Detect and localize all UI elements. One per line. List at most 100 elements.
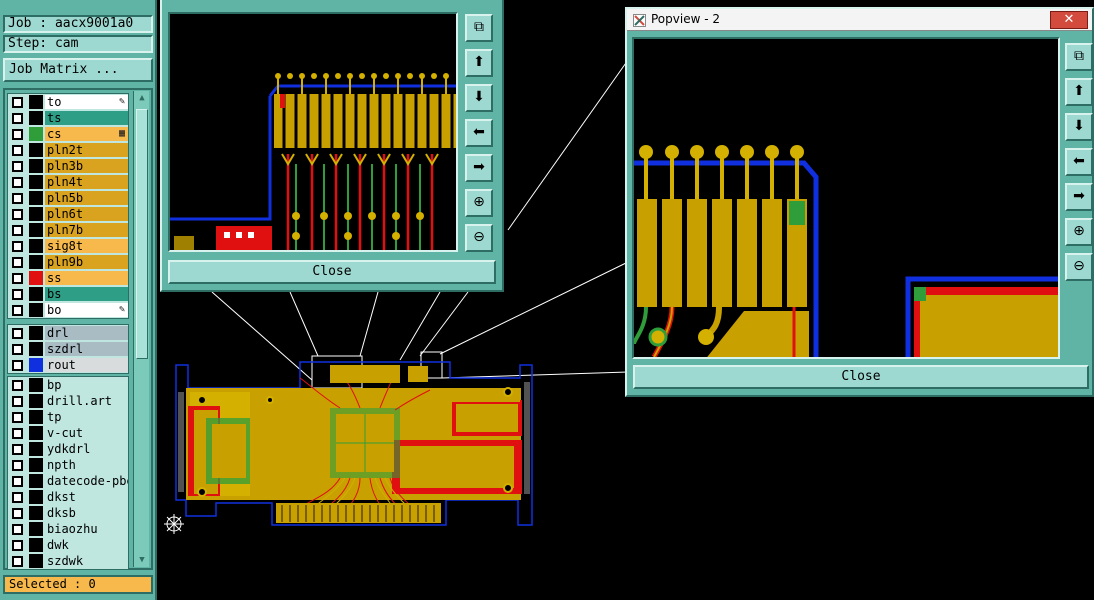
layer-row-pln4t[interactable]: pln4t: [8, 174, 128, 190]
layer-name[interactable]: pln7b: [45, 223, 128, 237]
layer-checkbox[interactable]: [12, 396, 23, 407]
layer-checkbox[interactable]: [12, 476, 23, 487]
pan-up-icon[interactable]: ⬆: [465, 49, 493, 77]
layer-checkbox[interactable]: [12, 305, 23, 316]
layer-color-swatch[interactable]: [29, 426, 43, 440]
layer-row-ydkdrl[interactable]: ydkdrl: [8, 441, 128, 457]
layer-name[interactable]: pln5b: [45, 191, 128, 205]
layer-row-pln6t[interactable]: pln6t: [8, 206, 128, 222]
layer-color-swatch[interactable]: [29, 474, 43, 488]
popview-1-close-button[interactable]: Close: [168, 260, 496, 284]
layer-checkbox[interactable]: [12, 492, 23, 503]
layer-list-scrollbar[interactable]: ▲ ▼: [133, 91, 149, 567]
layer-color-swatch[interactable]: [29, 410, 43, 424]
scroll-up-arrow-icon[interactable]: ▲: [134, 91, 150, 105]
layer-row-biaozhu[interactable]: biaozhu: [8, 521, 128, 537]
layer-row-szdrl[interactable]: szdrl: [8, 341, 128, 357]
layer-checkbox[interactable]: [12, 97, 23, 108]
layer-row-rout[interactable]: rout: [8, 357, 128, 373]
layer-color-swatch[interactable]: [29, 554, 43, 568]
layer-name[interactable]: bp: [45, 378, 128, 392]
layer-name[interactable]: ydkdrl: [45, 442, 128, 456]
job-matrix-button[interactable]: Job Matrix ...: [3, 58, 153, 82]
layer-row-bs[interactable]: bs: [8, 286, 128, 302]
layer-color-swatch[interactable]: [29, 458, 43, 472]
layer-name[interactable]: szdwk: [45, 554, 128, 568]
layer-name[interactable]: pln9b: [45, 255, 128, 269]
layer-color-swatch[interactable]: [29, 207, 43, 221]
layer-checkbox[interactable]: [12, 241, 23, 252]
popview-window-2[interactable]: Popview - 2 ✕ ⧉ ⬆ ⬇ ⬅ ➡ ⊕ ⊖ Close: [625, 7, 1094, 397]
zoom-out-icon[interactable]: ⊖: [1065, 253, 1093, 281]
layer-checkbox[interactable]: [12, 328, 23, 339]
layer-name[interactable]: cs ▦: [45, 127, 128, 141]
pan-down-icon[interactable]: ⬇: [465, 84, 493, 112]
layer-name[interactable]: dkst: [45, 490, 128, 504]
layer-row-dwk[interactable]: dwk: [8, 537, 128, 553]
layer-name[interactable]: sig8t: [45, 239, 128, 253]
layer-checkbox[interactable]: [12, 273, 23, 284]
layer-name[interactable]: ss: [45, 271, 128, 285]
fit-icon[interactable]: ⧉: [465, 14, 493, 42]
layer-color-swatch[interactable]: [29, 394, 43, 408]
scroll-thumb[interactable]: [136, 109, 148, 359]
layer-name[interactable]: pln4t: [45, 175, 128, 189]
layer-color-swatch[interactable]: [29, 255, 43, 269]
window-close-icon[interactable]: ✕: [1050, 11, 1088, 29]
layer-name[interactable]: v-cut: [45, 426, 128, 440]
layer-name[interactable]: rout: [45, 358, 128, 372]
layer-color-swatch[interactable]: [29, 506, 43, 520]
popview-window-1[interactable]: ⧉ ⬆ ⬇ ⬅ ➡ ⊕ ⊖ Close: [160, 0, 504, 292]
layer-color-swatch[interactable]: [29, 95, 43, 109]
layer-color-swatch[interactable]: [29, 111, 43, 125]
layer-checkbox[interactable]: [12, 540, 23, 551]
layer-name[interactable]: pln6t: [45, 207, 128, 221]
layer-checkbox[interactable]: [12, 161, 23, 172]
layer-name[interactable]: szdrl: [45, 342, 128, 356]
zoom-out-icon[interactable]: ⊖: [465, 224, 493, 252]
layer-checkbox[interactable]: [12, 113, 23, 124]
layer-name[interactable]: npth: [45, 458, 128, 472]
layer-row-sig8t[interactable]: sig8t: [8, 238, 128, 254]
layer-name[interactable]: to ✎: [45, 95, 128, 109]
pan-right-icon[interactable]: ➡: [1065, 183, 1093, 211]
layer-row-ss[interactable]: ss: [8, 270, 128, 286]
layer-name[interactable]: bs: [45, 287, 128, 301]
layer-name[interactable]: dwk: [45, 538, 128, 552]
layer-color-swatch[interactable]: [29, 271, 43, 285]
pan-right-icon[interactable]: ➡: [465, 154, 493, 182]
layer-checkbox[interactable]: [12, 444, 23, 455]
layer-name[interactable]: drl: [45, 326, 128, 340]
layer-name[interactable]: bo ✎: [45, 303, 128, 317]
popview-1-canvas[interactable]: [168, 12, 458, 252]
layer-row-pln3b[interactable]: pln3b: [8, 158, 128, 174]
layer-row-szdwk[interactable]: szdwk: [8, 553, 128, 569]
layer-row-cs[interactable]: cs ▦: [8, 126, 128, 142]
popview-2-canvas[interactable]: [632, 37, 1060, 359]
layer-checkbox[interactable]: [12, 460, 23, 471]
zoom-in-icon[interactable]: ⊕: [1065, 218, 1093, 246]
layer-color-swatch[interactable]: [29, 490, 43, 504]
layer-checkbox[interactable]: [12, 412, 23, 423]
layer-color-swatch[interactable]: [29, 223, 43, 237]
layer-checkbox[interactable]: [12, 225, 23, 236]
layer-checkbox[interactable]: [12, 193, 23, 204]
layer-checkbox[interactable]: [12, 257, 23, 268]
layer-row-ts[interactable]: ts: [8, 110, 128, 126]
layer-color-swatch[interactable]: [29, 191, 43, 205]
layer-color-swatch[interactable]: [29, 378, 43, 392]
layer-row-dkst[interactable]: dkst: [8, 489, 128, 505]
layer-color-swatch[interactable]: [29, 239, 43, 253]
layer-row-drl[interactable]: drl: [8, 325, 128, 341]
layer-color-swatch[interactable]: [29, 442, 43, 456]
scroll-down-arrow-icon[interactable]: ▼: [134, 553, 150, 567]
layer-name[interactable]: biaozhu: [45, 522, 128, 536]
layer-color-swatch[interactable]: [29, 538, 43, 552]
layer-row-drill-art[interactable]: drill.art: [8, 393, 128, 409]
layer-row-npth[interactable]: npth: [8, 457, 128, 473]
zoom-in-icon[interactable]: ⊕: [465, 189, 493, 217]
layer-checkbox[interactable]: [12, 344, 23, 355]
pan-left-icon[interactable]: ⬅: [1065, 148, 1093, 176]
layer-color-swatch[interactable]: [29, 175, 43, 189]
layer-color-swatch[interactable]: [29, 143, 43, 157]
